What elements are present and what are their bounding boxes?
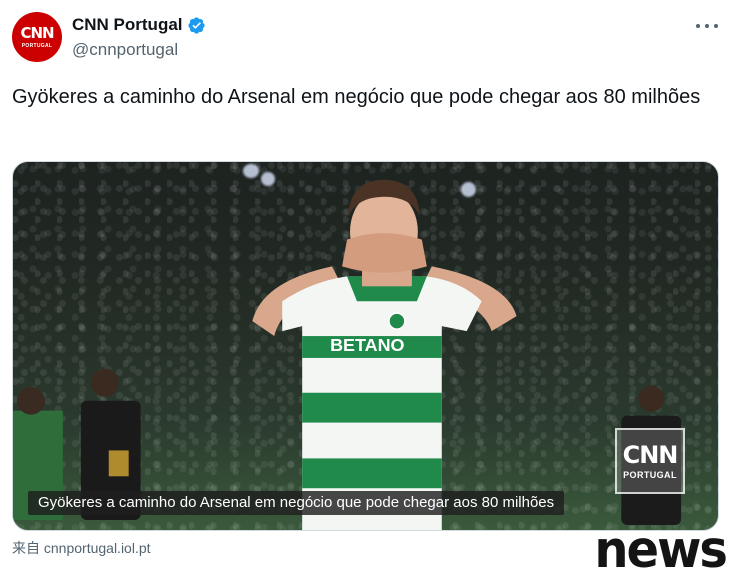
verified-badge-icon [187,16,205,34]
media-caption: Gyökeres a caminho do Arsenal em negócio… [28,491,565,515]
tweet-text: Gyökeres a caminho do Arsenal em negócio… [12,86,701,108]
tweet-card: CNN PORTUGAL CNN Portugal @cnnportugal G… [0,0,734,575]
avatar-logo: CNN [20,23,54,42]
news-logo: news [594,520,728,575]
more-icon[interactable] [696,16,718,36]
source-link[interactable]: 来自 cnnportugal.iol.pt [12,538,151,558]
cnn-watermark: CNN PORTUGAL [615,428,685,494]
watermark-logo: CNN [622,440,679,469]
watermark-subtitle: PORTUGAL [623,469,677,480]
media-image[interactable]: BETANO [12,161,719,531]
avatar[interactable]: CNN PORTUGAL [12,12,62,62]
handle[interactable]: @cnnportugal [72,40,178,60]
name-row: CNN Portugal [72,15,206,35]
avatar-subtitle: PORTUGAL [21,42,53,49]
player-photo: BETANO [13,179,682,530]
display-name[interactable]: CNN Portugal [72,15,183,35]
jersey-sponsor: BETANO [330,335,404,355]
